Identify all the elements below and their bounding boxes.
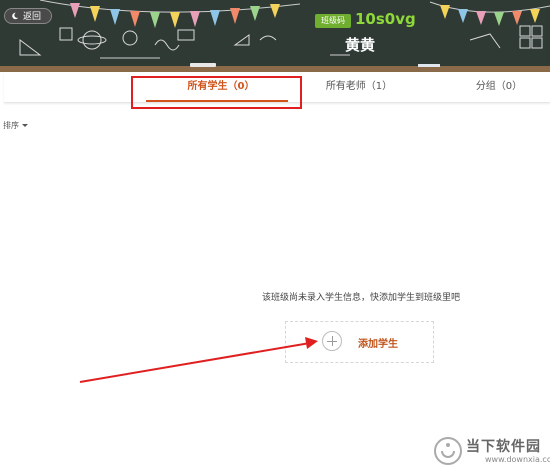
watermark-url: www.downxia.com bbox=[485, 455, 550, 464]
watermark-logo-icon bbox=[434, 437, 462, 465]
watermark-name: 当下软件园 bbox=[466, 439, 541, 455]
annotation-arrow bbox=[79, 337, 318, 383]
